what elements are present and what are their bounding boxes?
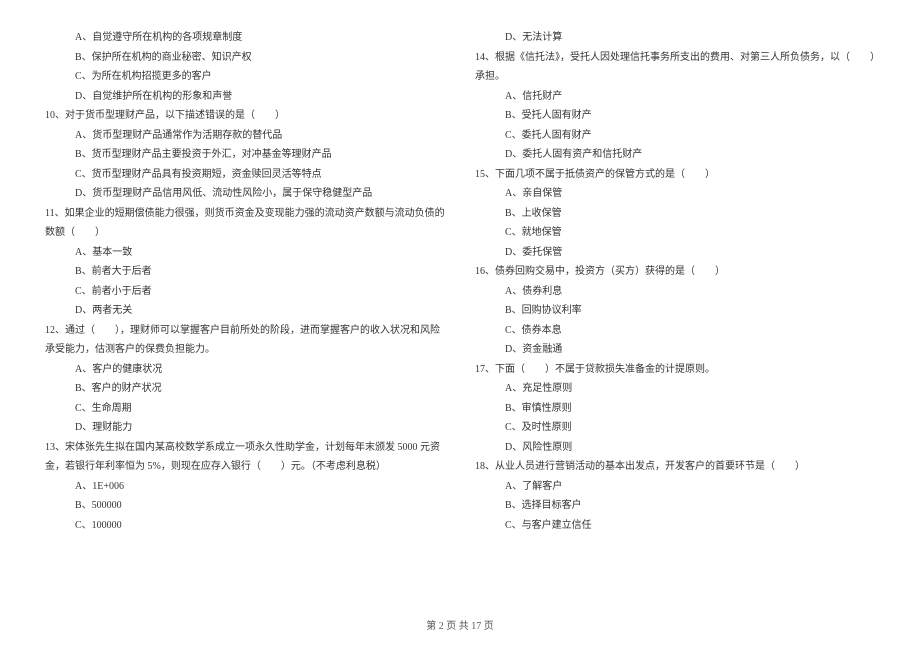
q13-option-a: A、1E+006 [45, 477, 445, 497]
document-content: A、自觉遵守所在机构的各项规章制度 B、保护所在机构的商业秘密、知识产权 C、为… [45, 28, 875, 535]
right-column: D、无法计算 14、根据《信托法》，受托人因处理信托事务所支出的费用、对第三人所… [475, 28, 875, 535]
q16-option-a: A、债券利息 [475, 282, 875, 302]
q14-option-b: B、受托人固有财产 [475, 106, 875, 126]
q16-option-d: D、资金融通 [475, 340, 875, 360]
q10-option-c: C、货币型理财产品具有投资期短，资金赎回灵活等特点 [45, 165, 445, 185]
q17-option-a: A、充足性原则 [475, 379, 875, 399]
q15-text: 15、下面几项不属于抵债资产的保管方式的是（ ） [475, 165, 875, 185]
q17-option-d: D、风险性原则 [475, 438, 875, 458]
q11-text: 11、如果企业的短期偿债能力很强，则货币资金及变现能力强的流动资产数额与流动负债… [45, 204, 445, 243]
q12-option-a: A、客户的健康状况 [45, 360, 445, 380]
q18-option-a: A、了解客户 [475, 477, 875, 497]
q14-option-d: D、委托人固有资产和信托财产 [475, 145, 875, 165]
q14-option-a: A、信托财产 [475, 87, 875, 107]
q11-option-a: A、基本一致 [45, 243, 445, 263]
q16-option-c: C、债券本息 [475, 321, 875, 341]
q14-option-c: C、委托人固有财产 [475, 126, 875, 146]
q14-text: 14、根据《信托法》，受托人因处理信托事务所支出的费用、对第三人所负债务，以（ … [475, 48, 875, 87]
q16-text: 16、债券回购交易中，投资方（买方）获得的是（ ） [475, 262, 875, 282]
q9-option-d: D、自觉维护所在机构的形象和声誉 [45, 87, 445, 107]
q18-text: 18、从业人员进行营销活动的基本出发点，开发客户的首要环节是（ ） [475, 457, 875, 477]
left-column: A、自觉遵守所在机构的各项规章制度 B、保护所在机构的商业秘密、知识产权 C、为… [45, 28, 445, 535]
q13-option-d: D、无法计算 [475, 28, 875, 48]
q17-option-b: B、审慎性原则 [475, 399, 875, 419]
page-footer: 第 2 页 共 17 页 [0, 617, 920, 632]
q10-option-b: B、货币型理财产品主要投资于外汇，对冲基金等理财产品 [45, 145, 445, 165]
q15-option-a: A、亲自保管 [475, 184, 875, 204]
q15-option-b: B、上收保管 [475, 204, 875, 224]
q10-option-a: A、货币型理财产品通常作为活期存款的替代品 [45, 126, 445, 146]
q10-text: 10、对于货币型理财产品，以下描述错误的是（ ） [45, 106, 445, 126]
q17-option-c: C、及时性原则 [475, 418, 875, 438]
q15-option-d: D、委托保管 [475, 243, 875, 263]
q13-text: 13、宋体张先生拟在国内某高校数学系成立一项永久性助学金，计划每年末颁发 500… [45, 438, 445, 477]
q9-option-b: B、保护所在机构的商业秘密、知识产权 [45, 48, 445, 68]
q15-option-c: C、就地保管 [475, 223, 875, 243]
q12-option-b: B、客户的财产状况 [45, 379, 445, 399]
q18-option-c: C、与客户建立信任 [475, 516, 875, 536]
q9-option-c: C、为所在机构招揽更多的客户 [45, 67, 445, 87]
q12-option-d: D、理财能力 [45, 418, 445, 438]
q9-option-a: A、自觉遵守所在机构的各项规章制度 [45, 28, 445, 48]
q13-option-c: C、100000 [45, 516, 445, 536]
q13-option-b: B、500000 [45, 496, 445, 516]
q12-option-c: C、生命周期 [45, 399, 445, 419]
q16-option-b: B、回购协议利率 [475, 301, 875, 321]
q12-text: 12、通过（ ），理财师可以掌握客户目前所处的阶段，进而掌握客户的收入状况和风险… [45, 321, 445, 360]
q11-option-c: C、前者小于后者 [45, 282, 445, 302]
q10-option-d: D、货币型理财产品信用风低、流动性风险小，属于保守稳健型产品 [45, 184, 445, 204]
q17-text: 17、下面（ ）不属于贷款损失准备金的计提原则。 [475, 360, 875, 380]
q11-option-d: D、两者无关 [45, 301, 445, 321]
q18-option-b: B、选择目标客户 [475, 496, 875, 516]
q11-option-b: B、前者大于后者 [45, 262, 445, 282]
